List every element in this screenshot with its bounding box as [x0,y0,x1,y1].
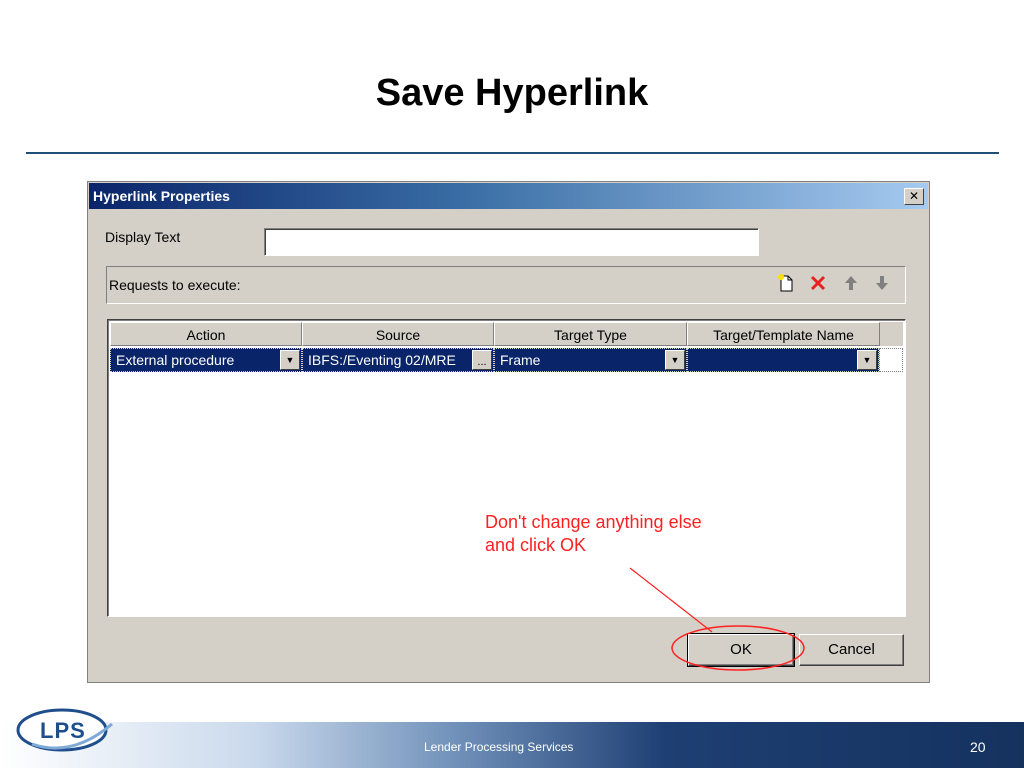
dropdown-arrow-icon: ▼ [670,355,680,365]
action-value: External procedure [116,352,235,368]
hyperlink-properties-dialog: Hyperlink Properties ✕ Display Text Requ… [87,181,930,683]
dropdown-arrow-icon: ▼ [862,355,872,365]
requests-grid: Action Source Target Type Target/Templat… [107,319,906,617]
logo-text: LPS [40,718,86,743]
move-up-icon[interactable] [840,273,862,295]
target-name-dropdown-button[interactable]: ▼ [857,350,877,370]
column-header-source[interactable]: Source [302,322,494,346]
row-trailing-cell[interactable] [879,348,903,372]
annotation-line-1: Don't change anything else [485,512,702,532]
footer-company-name: Lender Processing Services [424,740,574,754]
source-cell[interactable]: IBFS:/Eventing 02/MRE ... [302,348,494,372]
dropdown-arrow-icon: ▼ [285,355,295,365]
close-icon: ✕ [908,189,920,203]
title-divider [26,152,999,154]
column-header-action[interactable]: Action [110,322,302,346]
display-text-input[interactable] [264,228,759,256]
target-type-value: Frame [500,352,541,368]
delete-icon[interactable] [807,273,829,295]
grid-header: Action Source Target Type Target/Templat… [110,322,903,346]
dialog-title: Hyperlink Properties [93,188,230,204]
target-type-cell[interactable]: Frame ▼ [494,348,687,372]
column-header-target-name[interactable]: Target/Template Name [687,322,880,346]
close-button[interactable]: ✕ [904,188,924,205]
ellipsis-icon: ... [477,356,487,368]
requests-label: Requests to execute: [109,277,241,293]
dialog-titlebar[interactable]: Hyperlink Properties ✕ [89,183,928,209]
ok-button[interactable]: OK [687,633,795,667]
slide-footer: Lender Processing Services 20 [0,722,1024,768]
page-number: 20 [970,739,986,755]
action-cell[interactable]: External procedure ▼ [110,348,302,372]
source-value: IBFS:/Eventing 02/MRE [308,352,456,368]
lps-logo: LPS [12,704,122,756]
new-request-icon[interactable] [775,273,797,295]
annotation-line-2: and click OK [485,535,587,555]
annotation-text: Don't change anything else and click OK [485,511,755,557]
target-type-dropdown-button[interactable]: ▼ [665,350,685,370]
requests-toolbar: Requests to execute: [106,266,906,304]
action-dropdown-button[interactable]: ▼ [280,350,300,370]
display-text-label: Display Text [105,229,181,245]
slide-title: Save Hyperlink [375,72,649,114]
cancel-button[interactable]: Cancel [799,634,904,666]
move-down-icon[interactable] [871,273,893,295]
column-header-target-type[interactable]: Target Type [494,322,687,346]
target-name-cell[interactable]: ▼ [687,348,879,372]
browse-button[interactable]: ... [472,350,492,370]
